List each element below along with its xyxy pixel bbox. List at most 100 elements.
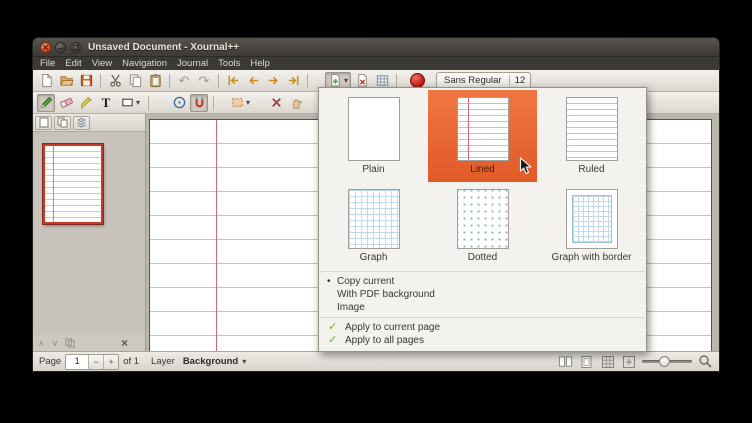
cut-button[interactable] <box>106 72 124 90</box>
eraser-icon <box>59 95 74 110</box>
menubar: File Edit View Navigation Journal Tools … <box>33 57 719 70</box>
paste-button[interactable] <box>146 72 164 90</box>
checkmark-icon: ✓ <box>328 321 337 334</box>
menu-journal[interactable]: Journal <box>172 58 213 69</box>
minimize-icon <box>57 44 64 51</box>
menu-item-label: With PDF background <box>337 289 435 300</box>
font-size-field[interactable]: 12 <box>510 75 531 86</box>
menu-tools[interactable]: Tools <box>213 58 245 69</box>
magnet-icon <box>192 95 207 110</box>
menu-item-label: Apply to current page <box>345 322 440 333</box>
menu-item-label: Image <box>337 302 365 313</box>
fit-page-button[interactable] <box>579 354 594 369</box>
magnifier-icon <box>698 354 713 369</box>
menu-file[interactable]: File <box>35 58 60 69</box>
window-maximize-button[interactable] <box>70 42 81 53</box>
toolbar-separator <box>307 74 308 88</box>
move-page-down-button[interactable]: ∨ <box>52 339 59 348</box>
page-spinner: − + <box>65 354 119 370</box>
dual-page-view-button[interactable] <box>558 354 573 369</box>
menu-item-image[interactable]: Image <box>319 301 646 314</box>
copy-button[interactable] <box>126 72 144 90</box>
copy-icon <box>128 73 143 88</box>
menu-item-apply-to-all-pages[interactable]: ✓ Apply to all pages <box>319 334 646 347</box>
background-option-dotted[interactable]: Dotted <box>428 182 537 268</box>
sidebar-tab-layers[interactable] <box>73 116 90 130</box>
hand-tool-button[interactable] <box>287 94 305 112</box>
menu-edit[interactable]: Edit <box>60 58 86 69</box>
sidebar-tab-page-preview[interactable] <box>35 116 52 130</box>
zoom-button[interactable] <box>698 354 713 369</box>
redo-button[interactable]: ↷ <box>195 72 213 90</box>
toolbar-separator <box>396 74 397 88</box>
page-number-input[interactable] <box>66 355 88 369</box>
shape-tool-dropdown-button[interactable]: ▾ <box>117 94 143 112</box>
menu-navigation[interactable]: Navigation <box>117 58 172 69</box>
window-title: Unsaved Document - Xournal++ <box>88 42 239 53</box>
shape-recognizer-button[interactable] <box>170 94 188 112</box>
layer-value: Background <box>183 356 238 367</box>
menu-item-label: Apply to all pages <box>345 335 424 346</box>
menu-view[interactable]: View <box>87 58 117 69</box>
first-page-icon <box>226 73 241 88</box>
undo-button[interactable]: ↶ <box>175 72 193 90</box>
new-document-button[interactable] <box>37 72 55 90</box>
close-sidebar-button[interactable]: × <box>121 337 128 349</box>
font-name-button[interactable]: Sans Regular <box>437 75 510 86</box>
cut-icon <box>108 73 123 88</box>
hand-icon <box>289 95 304 110</box>
grid-view-button[interactable] <box>600 354 615 369</box>
highlighter-icon <box>79 95 94 110</box>
maximize-icon <box>72 44 79 51</box>
delete-selection-button[interactable] <box>267 94 285 112</box>
new-document-icon <box>39 73 54 88</box>
duplicate-page-icon[interactable] <box>65 338 75 348</box>
window-close-button[interactable] <box>40 42 51 53</box>
zoom-slider-handle[interactable] <box>659 356 670 367</box>
pen-icon <box>39 95 54 110</box>
background-option-plain[interactable]: Plain <box>319 90 428 182</box>
dual-page-icon <box>558 355 573 369</box>
selection-tool-dropdown-button[interactable]: ▾ <box>227 94 253 112</box>
window-minimize-button[interactable] <box>55 42 66 53</box>
page-label: Page <box>39 356 61 367</box>
highlighter-tool-button[interactable] <box>77 94 95 112</box>
background-option-ruled[interactable]: Ruled <box>537 90 646 182</box>
menu-item-label: Copy current <box>337 276 394 287</box>
menu-item-apply-to-current-page[interactable]: ✓ Apply to current page <box>319 321 646 334</box>
layer-dropdown[interactable]: Background ▾ <box>179 354 250 369</box>
background-option-lined[interactable]: Lined <box>428 90 537 182</box>
text-tool-icon: T <box>102 96 111 109</box>
text-tool-button[interactable]: T <box>97 94 115 112</box>
pen-tool-button[interactable] <box>37 94 55 112</box>
paste-icon <box>148 73 163 88</box>
zoom-fit-button[interactable] <box>621 354 636 369</box>
sidebar-tab-contents[interactable] <box>54 116 71 130</box>
zoom-slider[interactable] <box>642 356 692 368</box>
page-thumbnail-selected[interactable] <box>43 144 103 224</box>
background-option-graph[interactable]: Graph <box>319 182 428 268</box>
background-option-graph-with-border[interactable]: Graph with border <box>537 182 646 268</box>
previous-page-button[interactable] <box>244 72 262 90</box>
menu-item-copy-current[interactable]: • Copy current <box>319 275 646 288</box>
layers-icon <box>76 117 87 128</box>
plain-preview <box>348 97 400 161</box>
next-page-button[interactable] <box>264 72 282 90</box>
move-page-up-button[interactable]: ∧ <box>38 339 45 348</box>
toolbar-separator <box>213 96 214 110</box>
open-document-button[interactable] <box>57 72 75 90</box>
lined-preview <box>457 97 509 161</box>
page-decrement-button[interactable]: − <box>88 355 103 369</box>
xournalpp-window: Unsaved Document - Xournal++ File Edit V… <box>33 38 719 371</box>
first-page-button[interactable] <box>224 72 242 90</box>
save-button[interactable] <box>77 72 95 90</box>
menu-help[interactable]: Help <box>245 58 275 69</box>
page-increment-button[interactable]: + <box>103 355 118 369</box>
eraser-tool-button[interactable] <box>57 94 75 112</box>
snapping-tool-button[interactable] <box>190 94 208 112</box>
background-label: Lined <box>470 164 494 175</box>
graph-with-border-preview <box>566 189 618 249</box>
last-page-button[interactable] <box>284 72 302 90</box>
statusbar: Page − + of 1 Layer Background ▾ <box>33 351 719 371</box>
menu-item-with-pdf-background[interactable]: With PDF background <box>319 288 646 301</box>
